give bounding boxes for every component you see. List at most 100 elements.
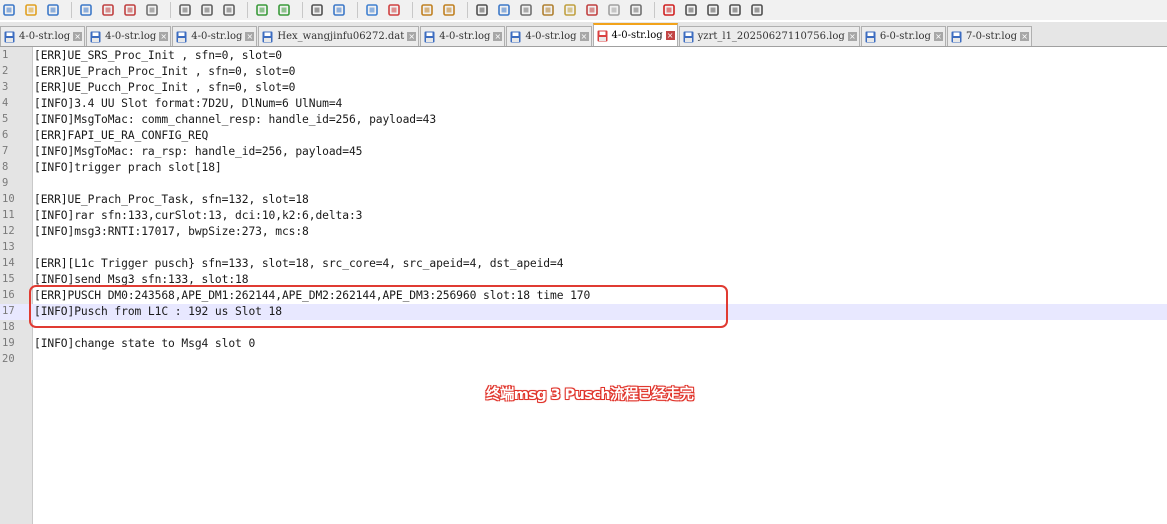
file-tab[interactable]: yzrt_l1_20250627110756.log × [678, 26, 860, 46]
code-line[interactable]: 8 [INFO]trigger prach slot[18] [0, 160, 1167, 176]
close-icon[interactable]: × [579, 32, 589, 41]
line-number: 8 [2, 161, 9, 173]
close-icon[interactable]: × [73, 32, 83, 41]
file-tab[interactable]: 6-0-str.log × [860, 26, 946, 46]
close-all-icon[interactable] [121, 2, 139, 18]
copy-icon[interactable] [198, 2, 216, 18]
file-tab[interactable]: 4-0-str.log × [86, 26, 172, 46]
save-macro-icon[interactable] [748, 2, 766, 18]
line-text: [INFO]Pusch from L1C : 192 us Slot 18 [34, 305, 282, 318]
floppy-disk-icon [424, 31, 435, 42]
run-macro-multiple-icon[interactable] [726, 2, 744, 18]
floppy-disk-icon [865, 31, 876, 42]
monitor-icon[interactable] [627, 2, 645, 18]
code-line[interactable]: 12 [INFO]msg3:RNTI:17017, bwpSize:273, mc… [0, 224, 1167, 240]
code-line[interactable]: 19 [INFO]change state to Msg4 slot 0 [0, 336, 1167, 352]
stop-macro-icon[interactable] [682, 2, 700, 18]
file-tab[interactable]: 4-0-str.log × [592, 23, 678, 46]
print-icon[interactable] [143, 2, 161, 18]
code-line[interactable]: 13 [0, 240, 1167, 256]
line-text: [ERR]UE_SRS_Proc_Init , sfn=0, slot=0 [34, 49, 282, 62]
code-line[interactable]: 2 [ERR]UE_Prach_Proc_Init , sfn=0, slot=0 [0, 64, 1167, 80]
close-icon[interactable]: × [493, 32, 503, 41]
save-icon[interactable] [44, 2, 62, 18]
new-file-icon[interactable] [0, 2, 18, 18]
play-macro-icon[interactable] [704, 2, 722, 18]
line-number: 14 [2, 257, 15, 269]
toolbar-separator [412, 2, 413, 18]
save-all-icon[interactable] [77, 2, 95, 18]
line-number: 18 [2, 321, 15, 333]
code-line[interactable]: 7 [INFO]MsgToMac: ra_rsp: handle_id=256, … [0, 144, 1167, 160]
close-icon[interactable]: × [407, 32, 417, 41]
cut-icon[interactable] [176, 2, 194, 18]
user-language-icon[interactable] [539, 2, 557, 18]
toolbar-separator [71, 2, 72, 18]
line-number: 11 [2, 209, 15, 221]
code-line[interactable]: 10 [ERR]UE_Prach_Proc_Task, sfn=132, slot… [0, 192, 1167, 208]
doc-map-icon[interactable] [561, 2, 579, 18]
sync-vertical-icon[interactable] [418, 2, 436, 18]
folder-workspace-icon[interactable] [605, 2, 623, 18]
line-text: [INFO]MsgToMac: comm_channel_resp: handl… [34, 113, 437, 126]
line-number: 2 [2, 65, 9, 77]
line-number: 1 [2, 49, 9, 61]
file-tab[interactable]: 4-0-str.log × [506, 26, 592, 46]
file-tab[interactable]: 7-0-str.log × [946, 26, 1033, 46]
code-line[interactable]: 5 [INFO]MsgToMac: comm_channel_resp: hand… [0, 112, 1167, 128]
editor[interactable]: 1 [ERR]UE_SRS_Proc_Init , sfn=0, slot=0 2 [… [0, 47, 1167, 524]
code-line[interactable]: 1 [ERR]UE_SRS_Proc_Init , sfn=0, slot=0 [0, 48, 1167, 64]
close-icon[interactable]: × [245, 32, 255, 41]
code-line[interactable]: 15 [INFO]send Msg3 sfn:133, slot:18 [0, 272, 1167, 288]
line-number: 6 [2, 129, 9, 141]
close-icon[interactable]: × [1020, 32, 1030, 41]
code-line[interactable]: 9 [0, 176, 1167, 192]
show-all-chars-icon[interactable] [495, 2, 513, 18]
tab-label: 6-0-str.log [879, 31, 931, 42]
file-tab[interactable]: 4-0-str.log × [0, 26, 86, 46]
code-line[interactable]: 17 [INFO]Pusch from L1C : 192 us Slot 18 [0, 304, 1167, 320]
file-tab[interactable]: 4-0-str.log × [420, 26, 506, 46]
line-text: [ERR]FAPI_UE_RA_CONFIG_REQ [34, 129, 209, 142]
code-line[interactable]: 20 [0, 352, 1167, 368]
floppy-disk-icon [597, 30, 608, 41]
redo-icon[interactable] [275, 2, 293, 18]
line-number: 17 [2, 305, 15, 317]
record-macro-icon[interactable] [660, 2, 678, 18]
floppy-disk-icon [90, 31, 101, 42]
line-text: [INFO]send Msg3 sfn:133, slot:18 [34, 273, 249, 286]
line-text: [ERR]UE_Prach_Proc_Task, sfn=132, slot=1… [34, 193, 309, 206]
line-number: 9 [2, 177, 9, 189]
sync-horizontal-icon[interactable] [440, 2, 458, 18]
toolbar-separator [467, 2, 468, 18]
close-icon[interactable]: × [159, 32, 169, 41]
word-wrap-icon[interactable] [473, 2, 491, 18]
close-icon[interactable]: × [933, 32, 943, 41]
toolbar-separator [170, 2, 171, 18]
function-list-icon[interactable] [583, 2, 601, 18]
close-icon[interactable]: × [847, 32, 857, 41]
close-icon[interactable] [99, 2, 117, 18]
file-tab[interactable]: Hex_wangjinfu06272.dat × [258, 26, 420, 46]
code-line[interactable]: 11 [INFO]rar sfn:133,curSlot:13, dci:10,k… [0, 208, 1167, 224]
file-tab[interactable]: 4-0-str.log × [172, 26, 258, 46]
code-line[interactable]: 16 [ERR]PUSCH DM0:243568,APE_DM1:262144,A… [0, 288, 1167, 304]
tab-label: Hex_wangjinfu06272.dat [277, 31, 405, 42]
paste-icon[interactable] [220, 2, 238, 18]
zoom-in-icon[interactable] [363, 2, 381, 18]
close-icon[interactable]: × [665, 31, 675, 40]
tab-label: yzrt_l1_20250627110756.log [697, 31, 845, 42]
open-folder-icon[interactable] [22, 2, 40, 18]
code-line[interactable]: 14 [ERR][L1c Trigger pusch} sfn=133, slot… [0, 256, 1167, 272]
code-line[interactable]: 4 [INFO]3.4 UU Slot format:7D2U, DlNum=6 … [0, 96, 1167, 112]
find-icon[interactable] [308, 2, 326, 18]
replace-icon[interactable] [330, 2, 348, 18]
indent-guide-icon[interactable] [517, 2, 535, 18]
undo-icon[interactable] [253, 2, 271, 18]
zoom-out-icon[interactable] [385, 2, 403, 18]
toolbar-separator [247, 2, 248, 18]
code-line[interactable]: 18 [0, 320, 1167, 336]
code-line[interactable]: 3 [ERR]UE_Pucch_Proc_Init , sfn=0, slot=0 [0, 80, 1167, 96]
line-number: 3 [2, 81, 9, 93]
code-line[interactable]: 6 [ERR]FAPI_UE_RA_CONFIG_REQ [0, 128, 1167, 144]
